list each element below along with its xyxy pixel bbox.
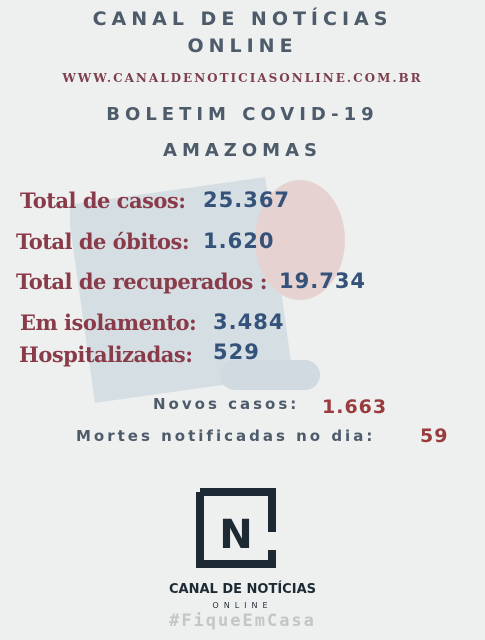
hashtag-text: #FiqueEmCasa (169, 611, 316, 631)
stat-value-total-cases: 25.367 (203, 188, 291, 212)
stat-label-total-recovered: Total de recuperados : (16, 269, 267, 294)
header-title-line2: ONLINE (187, 35, 298, 57)
stat-label-total-cases: Total de casos: (20, 188, 186, 213)
logo-subtitle: ONLINE (212, 601, 273, 610)
stat-label-isolation: Em isolamento: (20, 310, 197, 335)
website-url: WWW.CANALDENOTICIASONLINE.COM.BR (62, 71, 423, 85)
state-name: AMAZOMAS (163, 140, 322, 161)
new-cases-label: Novos casos: (153, 395, 300, 413)
stat-value-hospitalized: 529 (213, 340, 260, 364)
logo-letter: N (219, 512, 252, 558)
daily-deaths-value: 59 (420, 425, 449, 447)
news-logo-icon: N (196, 488, 276, 568)
logo-name: CANAL DE NOTÍCIAS (169, 582, 316, 597)
header-title-line1: CANAL DE NOTÍCIAS (92, 8, 393, 30)
stat-value-total-deaths: 1.620 (203, 229, 275, 253)
stat-label-hospitalized: Hospitalizadas: (19, 342, 193, 367)
stat-value-total-recovered: 19.734 (279, 269, 367, 293)
stat-value-isolation: 3.484 (213, 310, 285, 334)
new-cases-value: 1.663 (322, 396, 388, 418)
stat-label-total-deaths: Total de óbitos: (16, 229, 190, 254)
daily-deaths-label: Mortes notificadas no dia: (76, 427, 376, 445)
bulletin-title: BOLETIM COVID-19 (106, 104, 379, 125)
